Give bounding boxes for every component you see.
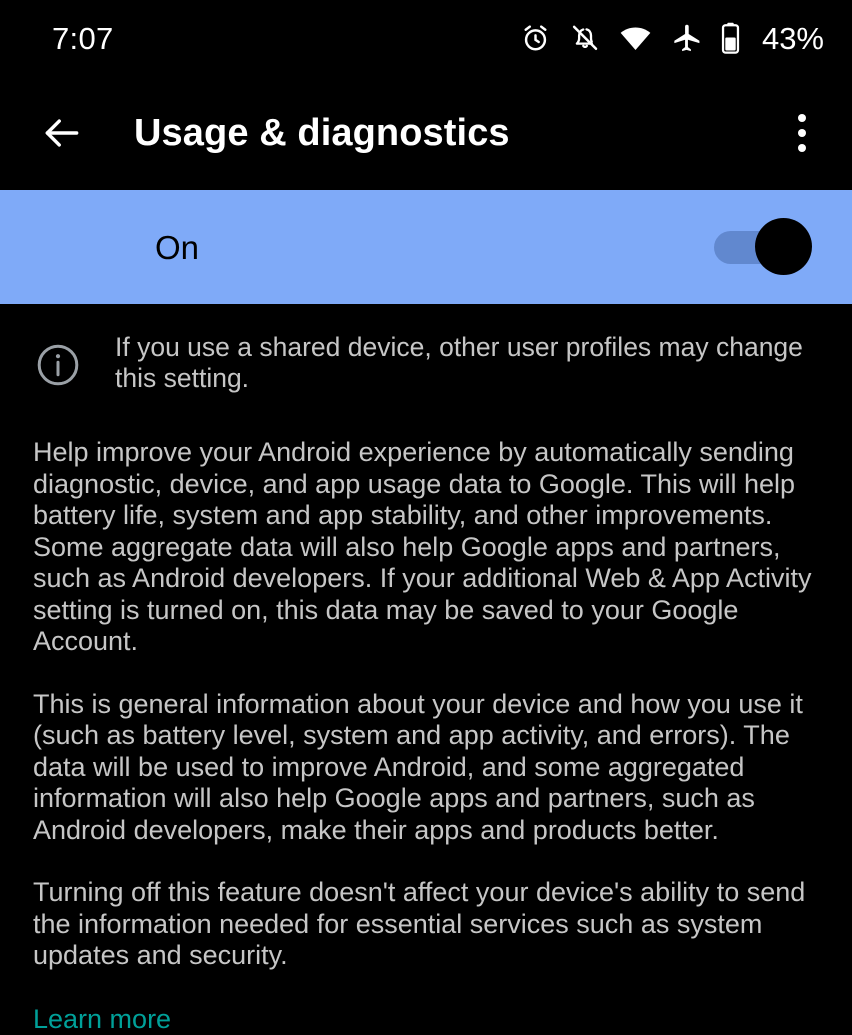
shared-device-notice: If you use a shared device, other user p… — [0, 304, 852, 394]
toggle-state-label: On — [155, 228, 200, 266]
battery-percent-label: 43% — [761, 20, 824, 56]
overflow-dot — [798, 114, 806, 122]
notifications-off-icon — [570, 23, 600, 53]
battery-icon — [721, 22, 740, 54]
alarm-icon — [520, 23, 551, 54]
wifi-icon — [619, 22, 652, 55]
airplane-mode-icon — [671, 23, 702, 54]
description-paragraph-2: This is general information about your d… — [33, 688, 803, 845]
info-icon — [34, 341, 82, 389]
status-bar: 7:07 43% — [0, 0, 852, 76]
description-paragraph-1: Help improve your Android experience by … — [33, 437, 812, 656]
status-bar-icons: 43% — [520, 22, 824, 55]
back-arrow-icon[interactable] — [34, 105, 90, 161]
page-title: Usage & diagnostics — [134, 111, 510, 154]
description-paragraph-3: Turning off this feature doesn't affect … — [33, 877, 806, 970]
description-paragraphs: Help improve your Android experience by … — [0, 437, 852, 972]
content-area: If you use a shared device, other user p… — [0, 304, 852, 1034]
switch-thumb — [755, 218, 812, 275]
usage-diagnostics-toggle-row[interactable]: On — [0, 190, 852, 304]
overflow-dot — [798, 144, 806, 152]
app-bar: Usage & diagnostics — [0, 76, 852, 190]
overflow-menu-icon[interactable] — [774, 105, 830, 161]
shared-device-notice-text: If you use a shared device, other user p… — [115, 332, 803, 393]
status-bar-clock: 7:07 — [52, 20, 114, 56]
learn-more-link[interactable]: Learn more — [33, 1003, 171, 1035]
overflow-dot — [798, 129, 806, 137]
usage-diagnostics-switch[interactable] — [714, 218, 812, 276]
android-settings-screen: 7:07 43% Usage & diagnostics On If you u… — [0, 0, 852, 1034]
